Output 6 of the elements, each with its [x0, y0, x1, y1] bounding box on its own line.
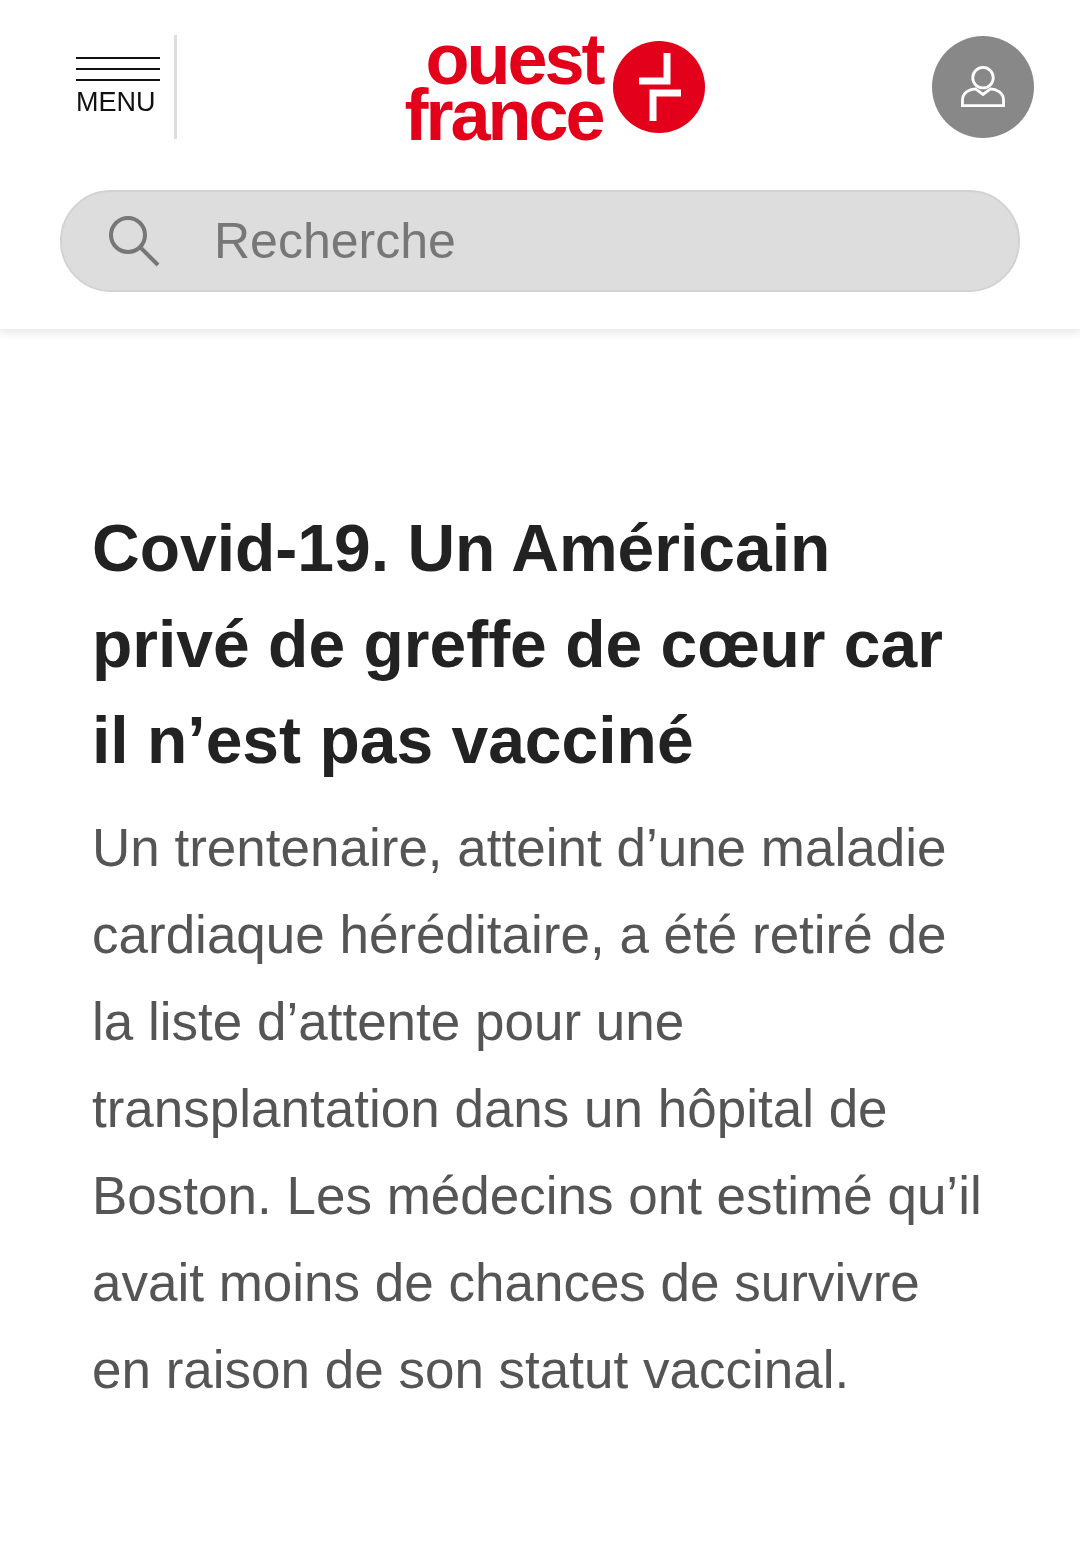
logo-mark-icon — [612, 41, 705, 133]
search-field[interactable]: Recherche — [60, 190, 1020, 292]
article-summary: Un trentenaire, atteint d’une maladie cardiaque héréditaire, a été retiré de la liste d’attente pour une transplantation dans un hôpital de Boston. Les médecins ont estimé qu’il avait moins de chances de survivre en raison de son statut vaccinal. — [92, 817, 983, 1401]
article-title[interactable]: Covid-19. Un Américain privé de greffe de cœur car il n’est pas vacciné — [92, 500, 982, 788]
logo[interactable]: ouest france — [404, 30, 705, 144]
menu-button[interactable]: MENU — [76, 35, 177, 139]
